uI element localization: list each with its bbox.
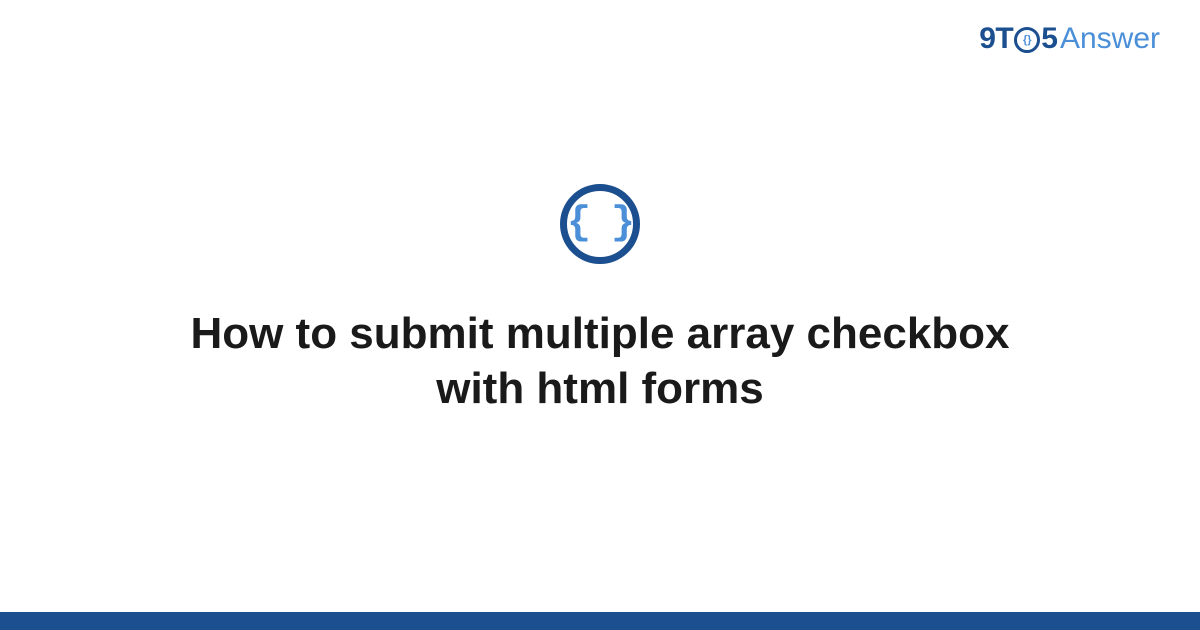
- main-content: { } How to submit multiple array checkbo…: [0, 0, 1200, 630]
- page-title: How to submit multiple array checkbox wi…: [150, 306, 1050, 416]
- footer-accent-bar: [0, 612, 1200, 630]
- braces-glyph: { }: [567, 204, 633, 244]
- code-braces-icon: { }: [560, 184, 640, 264]
